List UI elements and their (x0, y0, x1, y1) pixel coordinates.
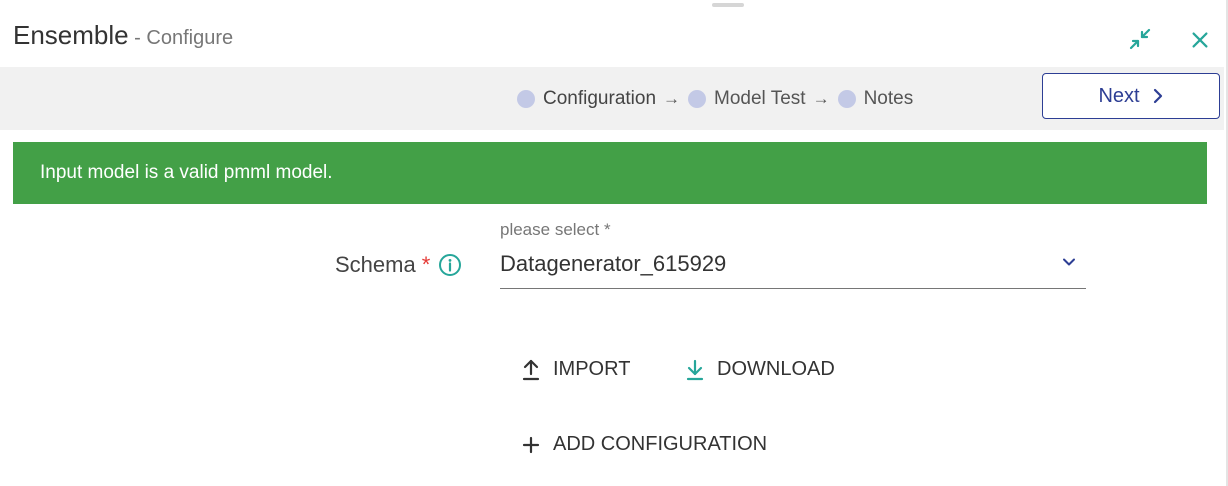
minimize-button[interactable] (1125, 24, 1155, 54)
schema-select-value: Datagenerator_615929 (500, 251, 727, 276)
schema-label-text: Schema (335, 252, 416, 277)
minimize-icon (1129, 28, 1151, 50)
select-hint: please select * (500, 220, 611, 239)
chevron-right-icon (1153, 88, 1162, 104)
step-configuration[interactable]: Configuration (517, 88, 656, 110)
download-button[interactable]: DOWNLOAD (685, 358, 835, 381)
app-title: Ensemble (13, 20, 129, 50)
step-arrow: → (812, 89, 830, 108)
next-button[interactable]: Next (1042, 73, 1220, 119)
step-notes[interactable]: Notes (837, 88, 914, 110)
add-configuration-button[interactable]: ADD CONFIGURATION (521, 433, 767, 456)
import-label: IMPORT (553, 358, 631, 380)
dialog-title: Ensemble - Configure (13, 20, 233, 51)
schema-field-label: Schema * (335, 252, 462, 278)
success-alert: Input model is a valid pmml model. (13, 142, 1207, 204)
step-arrow: → (663, 89, 681, 108)
close-icon (1192, 32, 1208, 48)
drag-handle[interactable] (712, 3, 744, 7)
chevron-down-icon (1063, 258, 1075, 266)
step-dot (517, 90, 535, 108)
stepper: Configuration → Model Test → Notes (517, 88, 913, 110)
close-button[interactable] (1185, 25, 1215, 55)
title-separator: - (128, 27, 147, 49)
step-label: Notes (863, 88, 914, 109)
schema-select[interactable]: Datagenerator_615929 (500, 246, 1086, 289)
upload-icon (522, 359, 540, 380)
step-label: Model Test (714, 88, 806, 109)
step-label: Configuration (543, 88, 657, 109)
step-model-test[interactable]: Model Test (688, 88, 806, 110)
step-dot (837, 90, 856, 108)
download-icon (686, 359, 704, 380)
required-asterisk: * (421, 252, 431, 277)
import-button[interactable]: IMPORT (521, 358, 630, 381)
plus-icon (522, 436, 540, 453)
alert-message: Input model is a valid pmml model. (40, 162, 333, 183)
add-configuration-label: ADD CONFIGURATION (553, 433, 768, 455)
step-dot (688, 90, 707, 108)
download-label: DOWNLOAD (717, 358, 835, 380)
page-subtitle: Configure (146, 27, 234, 49)
info-icon[interactable] (438, 253, 462, 277)
next-button-label: Next (1098, 84, 1140, 107)
